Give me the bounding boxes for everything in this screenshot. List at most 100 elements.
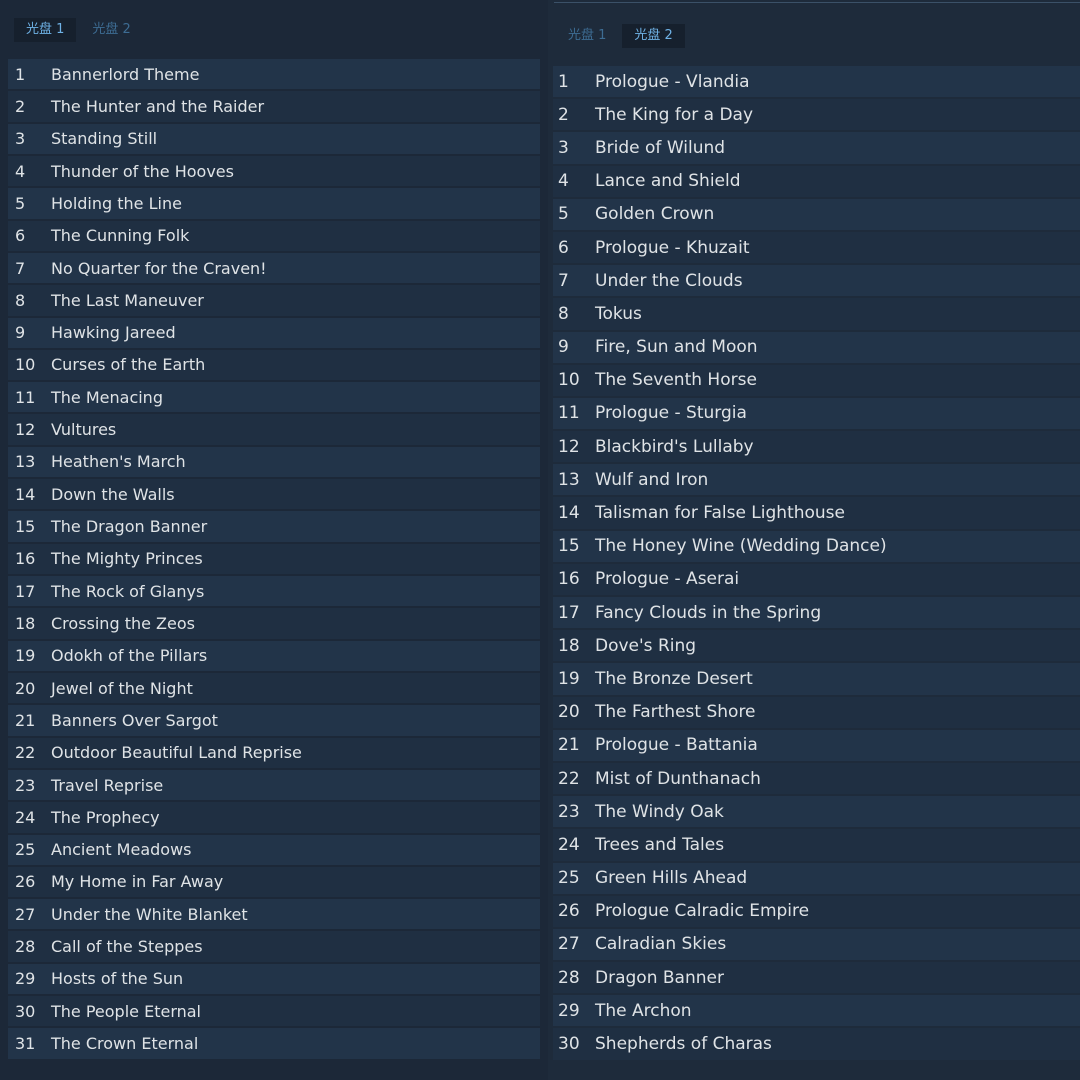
track-row[interactable]: 22 Outdoor Beautiful Land Reprise bbox=[8, 737, 540, 768]
track-row[interactable]: 30 Shepherds of Charas bbox=[553, 1028, 1080, 1060]
track-title: The Menacing bbox=[51, 387, 163, 407]
track-row[interactable]: 18 Dove's Ring bbox=[553, 630, 1080, 662]
track-number: 22 bbox=[15, 743, 36, 763]
track-row[interactable]: 2 The King for a Day bbox=[553, 99, 1080, 131]
disc-tabs: 光盘 1 光盘 2 bbox=[556, 24, 689, 48]
track-number: 29 bbox=[15, 969, 36, 989]
track-row[interactable]: 7 Under the Clouds bbox=[553, 265, 1080, 297]
track-number: 1 bbox=[15, 64, 26, 84]
track-row[interactable]: 16 Prologue - Aserai bbox=[553, 563, 1080, 595]
track-row[interactable]: 23 Travel Reprise bbox=[8, 769, 540, 801]
track-row[interactable]: 12 Vultures bbox=[8, 414, 540, 445]
track-number: 9 bbox=[15, 323, 26, 343]
track-row[interactable]: 17 Fancy Clouds in the Spring bbox=[553, 597, 1080, 629]
track-row[interactable]: 24 The Prophecy bbox=[8, 802, 540, 833]
track-row[interactable]: 26 My Home in Far Away bbox=[8, 866, 540, 898]
track-row[interactable]: 21 Prologue - Battania bbox=[553, 729, 1080, 761]
track-row[interactable]: 19 Odokh of the Pillars bbox=[8, 640, 540, 671]
track-title: Lance and Shield bbox=[595, 171, 741, 192]
track-number: 28 bbox=[15, 937, 36, 957]
disc-tabs: 光盘 1 光盘 2 bbox=[14, 18, 147, 42]
track-row[interactable]: 6 The Cunning Folk bbox=[8, 220, 540, 251]
track-number: 30 bbox=[15, 1001, 36, 1021]
track-title: No Quarter for the Craven! bbox=[51, 258, 267, 278]
track-title: Prologue - Aserai bbox=[595, 569, 740, 590]
track-row[interactable]: 9 Fire, Sun and Moon bbox=[553, 331, 1080, 363]
track-title: Prologue - Vlandia bbox=[595, 71, 750, 92]
track-row[interactable]: 11 The Menacing bbox=[8, 382, 540, 413]
track-row[interactable]: 2 The Hunter and the Raider bbox=[8, 91, 540, 122]
track-row[interactable]: 28 Dragon Banner bbox=[553, 962, 1080, 994]
track-row[interactable]: 6 Prologue - Khuzait bbox=[553, 231, 1080, 264]
track-row[interactable]: 5 Holding the Line bbox=[8, 188, 540, 219]
track-row[interactable]: 21 Banners Over Sargot bbox=[8, 705, 540, 736]
tab-disc-2[interactable]: 光盘 2 bbox=[80, 18, 142, 42]
track-row[interactable]: 20 The Farthest Shore bbox=[553, 696, 1080, 728]
track-number: 29 bbox=[558, 1000, 580, 1021]
track-row[interactable]: 29 The Archon bbox=[553, 995, 1080, 1027]
track-number: 25 bbox=[15, 840, 36, 860]
track-row[interactable]: 1 Bannerlord Theme bbox=[8, 59, 540, 90]
track-row[interactable]: 1 Prologue - Vlandia bbox=[553, 66, 1080, 98]
track-row[interactable]: 25 Ancient Meadows bbox=[8, 834, 540, 865]
track-title: Crossing the Zeos bbox=[51, 613, 195, 633]
track-row[interactable]: 13 Heathen's March bbox=[8, 446, 540, 478]
track-row[interactable]: 24 Trees and Tales bbox=[553, 829, 1080, 861]
track-row[interactable]: 31 The Crown Eternal bbox=[8, 1028, 540, 1059]
track-row[interactable]: 28 Call of the Steppes bbox=[8, 931, 540, 962]
track-row[interactable]: 27 Under the White Blanket bbox=[8, 899, 540, 930]
track-row[interactable]: 9 Hawking Jareed bbox=[8, 317, 540, 348]
tab-disc-1[interactable]: 光盘 1 bbox=[556, 24, 618, 48]
track-row[interactable]: 30 The People Eternal bbox=[8, 996, 540, 1027]
tab-disc-2[interactable]: 光盘 2 bbox=[622, 24, 685, 48]
track-title: Under the Clouds bbox=[595, 270, 743, 291]
track-row[interactable]: 23 The Windy Oak bbox=[553, 796, 1080, 828]
track-row[interactable]: 4 Lance and Shield bbox=[553, 165, 1080, 197]
track-title: The Dragon Banner bbox=[51, 517, 208, 537]
track-row[interactable]: 11 Prologue - Sturgia bbox=[553, 397, 1080, 430]
track-number: 9 bbox=[558, 337, 569, 358]
track-title: The Rock of Glanys bbox=[51, 581, 205, 601]
tab-disc-1[interactable]: 光盘 1 bbox=[14, 18, 77, 42]
track-number: 21 bbox=[558, 735, 580, 756]
track-title: Fire, Sun and Moon bbox=[595, 337, 758, 358]
track-row[interactable]: 19 The Bronze Desert bbox=[553, 663, 1080, 695]
track-row[interactable]: 8 Tokus bbox=[553, 298, 1080, 330]
track-number: 12 bbox=[15, 420, 36, 440]
track-row[interactable]: 3 Standing Still bbox=[8, 123, 540, 154]
track-row[interactable]: 26 Prologue Calradic Empire bbox=[553, 895, 1080, 927]
track-row[interactable]: 17 The Rock of Glanys bbox=[8, 576, 540, 607]
track-row[interactable]: 18 Crossing the Zeos bbox=[8, 608, 540, 639]
track-row[interactable]: 14 Down the Walls bbox=[8, 479, 540, 510]
track-title: Blackbird's Lullaby bbox=[595, 436, 754, 457]
track-row[interactable]: 15 The Dragon Banner bbox=[8, 511, 540, 542]
track-row[interactable]: 15 The Honey Wine (Wedding Dance) bbox=[553, 530, 1080, 562]
track-row[interactable]: 14 Talisman for False Lighthouse bbox=[553, 497, 1080, 529]
track-title: Trees and Tales bbox=[595, 834, 725, 855]
track-row[interactable]: 16 The Mighty Princes bbox=[8, 543, 540, 574]
track-row[interactable]: 22 Mist of Dunthanach bbox=[553, 762, 1080, 795]
track-number: 27 bbox=[558, 934, 580, 955]
track-title: Calradian Skies bbox=[595, 934, 727, 955]
track-title: Call of the Steppes bbox=[51, 937, 203, 957]
track-row[interactable]: 3 Bride of Wilund bbox=[553, 132, 1080, 164]
track-row[interactable]: 7 No Quarter for the Craven! bbox=[8, 252, 540, 284]
track-row[interactable]: 20 Jewel of the Night bbox=[8, 672, 540, 704]
track-number: 19 bbox=[15, 646, 36, 666]
track-row[interactable]: 5 Golden Crown bbox=[553, 198, 1080, 230]
track-number: 7 bbox=[15, 258, 26, 278]
track-row[interactable]: 27 Calradian Skies bbox=[553, 928, 1080, 961]
track-title: Outdoor Beautiful Land Reprise bbox=[51, 743, 302, 763]
track-row[interactable]: 29 Hosts of the Sun bbox=[8, 963, 540, 995]
track-row[interactable]: 25 Green Hills Ahead bbox=[553, 862, 1080, 894]
track-row[interactable]: 12 Blackbird's Lullaby bbox=[553, 431, 1080, 463]
track-row[interactable]: 4 Thunder of the Hooves bbox=[8, 155, 540, 187]
disc-panel-right: 光盘 1 光盘 2 1 Prologue - Vlandia 2 The King f… bbox=[548, 0, 1080, 1080]
track-row[interactable]: 8 The Last Maneuver bbox=[8, 285, 540, 316]
track-row[interactable]: 10 The Seventh Horse bbox=[553, 364, 1080, 396]
track-title: Prologue - Sturgia bbox=[595, 403, 747, 424]
track-row[interactable]: 13 Wulf and Iron bbox=[553, 464, 1080, 496]
track-number: 6 bbox=[15, 226, 26, 246]
track-row[interactable]: 10 Curses of the Earth bbox=[8, 349, 540, 381]
track-title: The People Eternal bbox=[51, 1001, 201, 1021]
